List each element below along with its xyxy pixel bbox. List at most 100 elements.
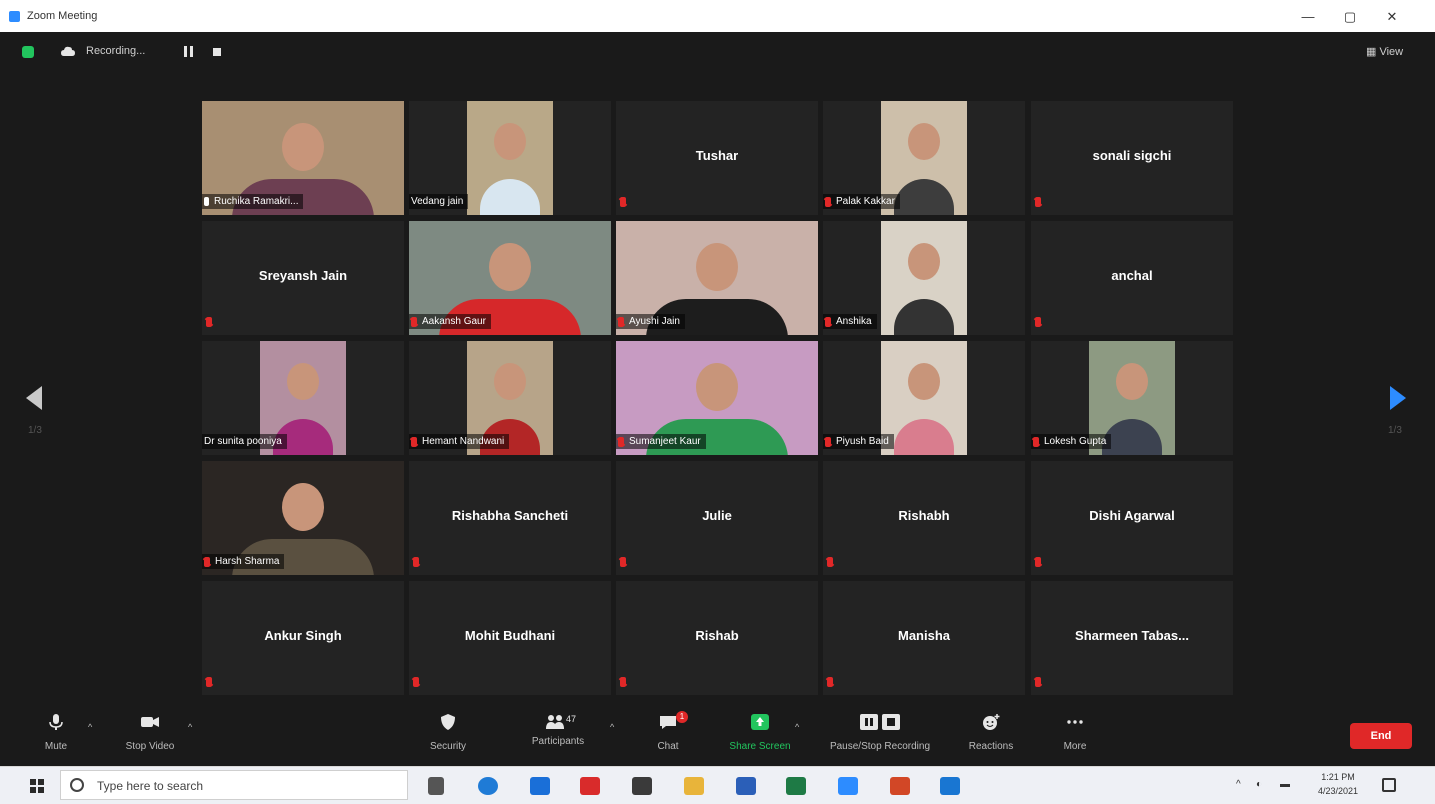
participant-tile[interactable]: Aakansh Gaur (409, 221, 611, 335)
participant-face (494, 123, 526, 160)
share-screen-button[interactable]: Share Screen (720, 714, 800, 752)
participant-tile[interactable]: Ruchika Ramakri... (202, 101, 404, 215)
word-icon[interactable] (736, 777, 756, 795)
tray-chevron-up-icon[interactable]: ^ (1236, 779, 1241, 790)
participant-name: Sreyansh Jain (258, 268, 348, 283)
powerpoint-icon[interactable] (890, 777, 910, 795)
mute-button[interactable]: Mute (36, 714, 76, 752)
reactions-label: Reactions (968, 741, 1014, 752)
participant-body (479, 179, 541, 215)
audio-options-chevron-icon[interactable]: ^ (88, 722, 92, 732)
participant-tile[interactable]: Sreyansh Jain (202, 221, 404, 335)
participant-video (467, 101, 553, 215)
muted-microphone-icon (413, 677, 419, 687)
participant-tile[interactable]: anchal (1031, 221, 1233, 335)
participant-tile[interactable]: Rishabh (823, 461, 1025, 575)
participant-name: Vedang jain (411, 196, 464, 207)
view-button[interactable]: ▦ View (1366, 45, 1403, 58)
participant-name: Anshika (836, 316, 872, 327)
participants-icon (546, 715, 564, 729)
participant-name: Tushar (695, 148, 739, 163)
participant-tile[interactable]: Rishab (616, 581, 818, 695)
participant-tile[interactable]: Sumanjeet Kaur (616, 341, 818, 455)
participant-tile[interactable]: sonali sigchi (1031, 101, 1233, 215)
office-app-icon[interactable] (580, 777, 600, 795)
participant-name: Ankur Singh (264, 628, 342, 643)
pause-recording-icon[interactable] (184, 46, 194, 57)
close-button[interactable]: ✕ (1375, 6, 1409, 28)
notification-center-icon[interactable] (1382, 778, 1396, 792)
task-view-icon[interactable] (428, 777, 444, 795)
participant-tile[interactable]: Ayushi Jain (616, 221, 818, 335)
participant-name-label: Dr sunita pooniya (202, 434, 287, 449)
taskbar-clock[interactable]: 1:21 PM 4/23/2021 (1318, 770, 1358, 798)
zoom-taskbar-icon[interactable] (838, 777, 858, 795)
participant-tile[interactable]: Tushar (616, 101, 818, 215)
tray-battery-icon[interactable]: ▬ (1280, 779, 1290, 790)
participant-name: Lokesh Gupta (1044, 436, 1107, 447)
excel-icon[interactable] (786, 777, 806, 795)
stop-video-button[interactable]: Stop Video (118, 714, 182, 752)
reactions-button[interactable]: Reactions (962, 714, 1020, 752)
more-button[interactable]: More (1056, 714, 1094, 752)
participant-name: Julie (702, 508, 732, 523)
participant-face (1116, 363, 1148, 400)
participant-tile[interactable]: Mohit Budhani (409, 581, 611, 695)
store-icon[interactable] (632, 777, 652, 795)
participants-count: 47 (566, 714, 577, 724)
muted-microphone-icon (411, 436, 417, 447)
previous-page-arrow-icon[interactable] (26, 386, 42, 410)
participant-tile[interactable]: Dishi Agarwal (1031, 461, 1233, 575)
participant-video (881, 341, 967, 455)
participant-name: Manisha (897, 628, 950, 643)
participant-face (696, 363, 738, 412)
participant-tile[interactable]: Ankur Singh (202, 581, 404, 695)
lms-app-icon[interactable] (530, 777, 550, 795)
participant-tile[interactable]: Rishabha Sancheti (409, 461, 611, 575)
participant-tile[interactable]: Dr sunita pooniya (202, 341, 404, 455)
next-page-arrow-icon[interactable] (1390, 386, 1406, 410)
participant-tile[interactable]: Anshika (823, 221, 1025, 335)
edge-browser-icon[interactable] (478, 777, 498, 795)
participant-body (893, 299, 955, 335)
participants-button[interactable]: 47 Participants (522, 714, 594, 747)
participant-name-label: Sumanjeet Kaur (616, 434, 706, 449)
participant-tile[interactable]: Sharmeen Tabas... (1031, 581, 1233, 695)
taskbar-search-box[interactable]: Type here to search (60, 770, 408, 800)
minimize-button[interactable]: — (1291, 6, 1325, 28)
muted-microphone-icon (206, 317, 212, 327)
search-placeholder: Type here to search (97, 779, 204, 793)
share-options-chevron-icon[interactable]: ^ (795, 722, 799, 732)
participant-tile[interactable]: Manisha (823, 581, 1025, 695)
shield-icon[interactable] (22, 46, 34, 58)
participant-tile[interactable]: Piyush Baid (823, 341, 1025, 455)
security-button[interactable]: Security (424, 714, 472, 752)
participants-options-chevron-icon[interactable]: ^ (610, 722, 614, 732)
muted-microphone-icon (620, 197, 626, 207)
end-meeting-button[interactable]: End (1350, 723, 1412, 749)
participant-tile[interactable]: Harsh Sharma (202, 461, 404, 575)
participant-name: Ruchika Ramakri... (214, 196, 299, 207)
windows-start-icon[interactable] (30, 779, 44, 793)
muted-microphone-icon (204, 556, 210, 567)
muted-microphone-icon (1033, 436, 1039, 447)
participant-tile[interactable]: Lokesh Gupta (1031, 341, 1233, 455)
participant-tile[interactable]: Palak Kakkar (823, 101, 1025, 215)
file-explorer-icon[interactable] (684, 777, 704, 795)
participant-tile[interactable]: Hemant Nandwani (409, 341, 611, 455)
stop-recording-icon[interactable] (213, 48, 221, 56)
mail-icon[interactable] (940, 777, 960, 795)
pause-stop-recording-button[interactable]: Pause/Stop Recording (815, 714, 945, 752)
participant-name: Ayushi Jain (629, 316, 680, 327)
security-label: Security (429, 741, 467, 752)
participant-name: Mohit Budhani (464, 628, 556, 643)
tray-network-icon[interactable]: ◐ (1256, 779, 1262, 790)
participant-tile[interactable]: Vedang jain (409, 101, 611, 215)
video-options-chevron-icon[interactable]: ^ (188, 722, 192, 732)
participants-label: Participants (531, 736, 585, 747)
participant-tile[interactable]: Julie (616, 461, 818, 575)
meeting-toolbar (0, 710, 1435, 765)
restore-button[interactable]: ▢ (1333, 6, 1367, 28)
share-screen-label: Share Screen (729, 741, 791, 752)
page-indicator-left: 1/3 (28, 425, 42, 436)
